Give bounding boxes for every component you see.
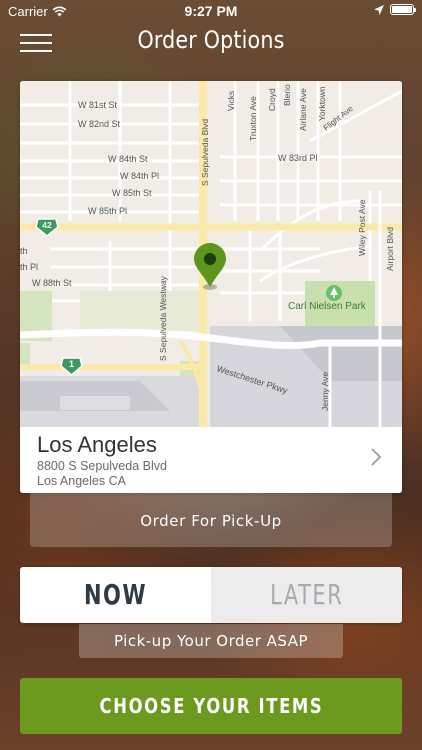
asap-message: Pick-up Your Order ASAP [79,624,343,658]
street-label: Airlane Ave [298,88,308,131]
svg-text:1: 1 [69,359,74,369]
store-location-row[interactable]: Los Angeles 8800 S Sepulveda Blvd Los An… [20,427,402,493]
park-icon [326,285,342,301]
park-label: Carl Nielsen Park [288,301,367,312]
location-card: W 81st St W 82nd St W 84th St W 84th Pl … [20,81,402,493]
order-type-label: Order For Pick-Up [30,493,392,547]
svg-text:42: 42 [42,220,52,230]
street-label: Wiley Post Ave [357,199,367,256]
later-option[interactable]: LATER [211,567,402,623]
page-title: Order Options [137,26,285,54]
battery-icon [390,4,416,15]
street-label: Truxton Ave [248,96,258,141]
street-label: Blerio [282,84,292,106]
now-option[interactable]: NOW [43,567,188,623]
street-label: S Sepulveda Blvd [200,119,210,186]
later-option-label: LATER [269,578,344,611]
store-map[interactable]: W 81st St W 82nd St W 84th St W 84th Pl … [20,81,402,427]
street-label: W 81st St [78,100,118,110]
street-label: Vicks [226,91,236,111]
street-label: W 84th Pl [120,171,159,181]
street-label: W 88th St [32,278,72,288]
street-label: Jenny Ave [320,372,330,411]
nav-bar: Order Options [0,22,422,62]
street-label: S Sepulveda Westway [158,275,168,361]
store-address-line1: 8800 S Sepulveda Blvd [37,459,167,473]
street-label: W 85th Pl [88,206,127,216]
store-name: Los Angeles [37,432,157,457]
street-label: Croyd [267,88,277,111]
street-label: th Pl [20,262,38,272]
street-label: Airport Blvd [385,227,395,271]
timing-toggle: NOW LATER [20,567,402,623]
street-label: W 85th St [112,188,152,198]
choose-items-label: CHOOSE YOUR ITEMS [99,694,323,718]
chevron-right-icon [371,448,382,466]
status-time: 9:27 PM [184,3,238,19]
street-label: Yorktown [317,86,327,121]
street-label: W 84th St [108,154,148,164]
location-arrow-icon [374,4,384,15]
street-label: W 83rd Pl [278,153,318,163]
choose-items-button[interactable]: CHOOSE YOUR ITEMS [20,678,402,734]
store-address-line2: Los Angeles CA [37,474,126,488]
status-bar: Carrier 9:27 PM [0,0,422,22]
street-label: W 82nd St [78,119,121,129]
street-label: th [20,246,28,256]
